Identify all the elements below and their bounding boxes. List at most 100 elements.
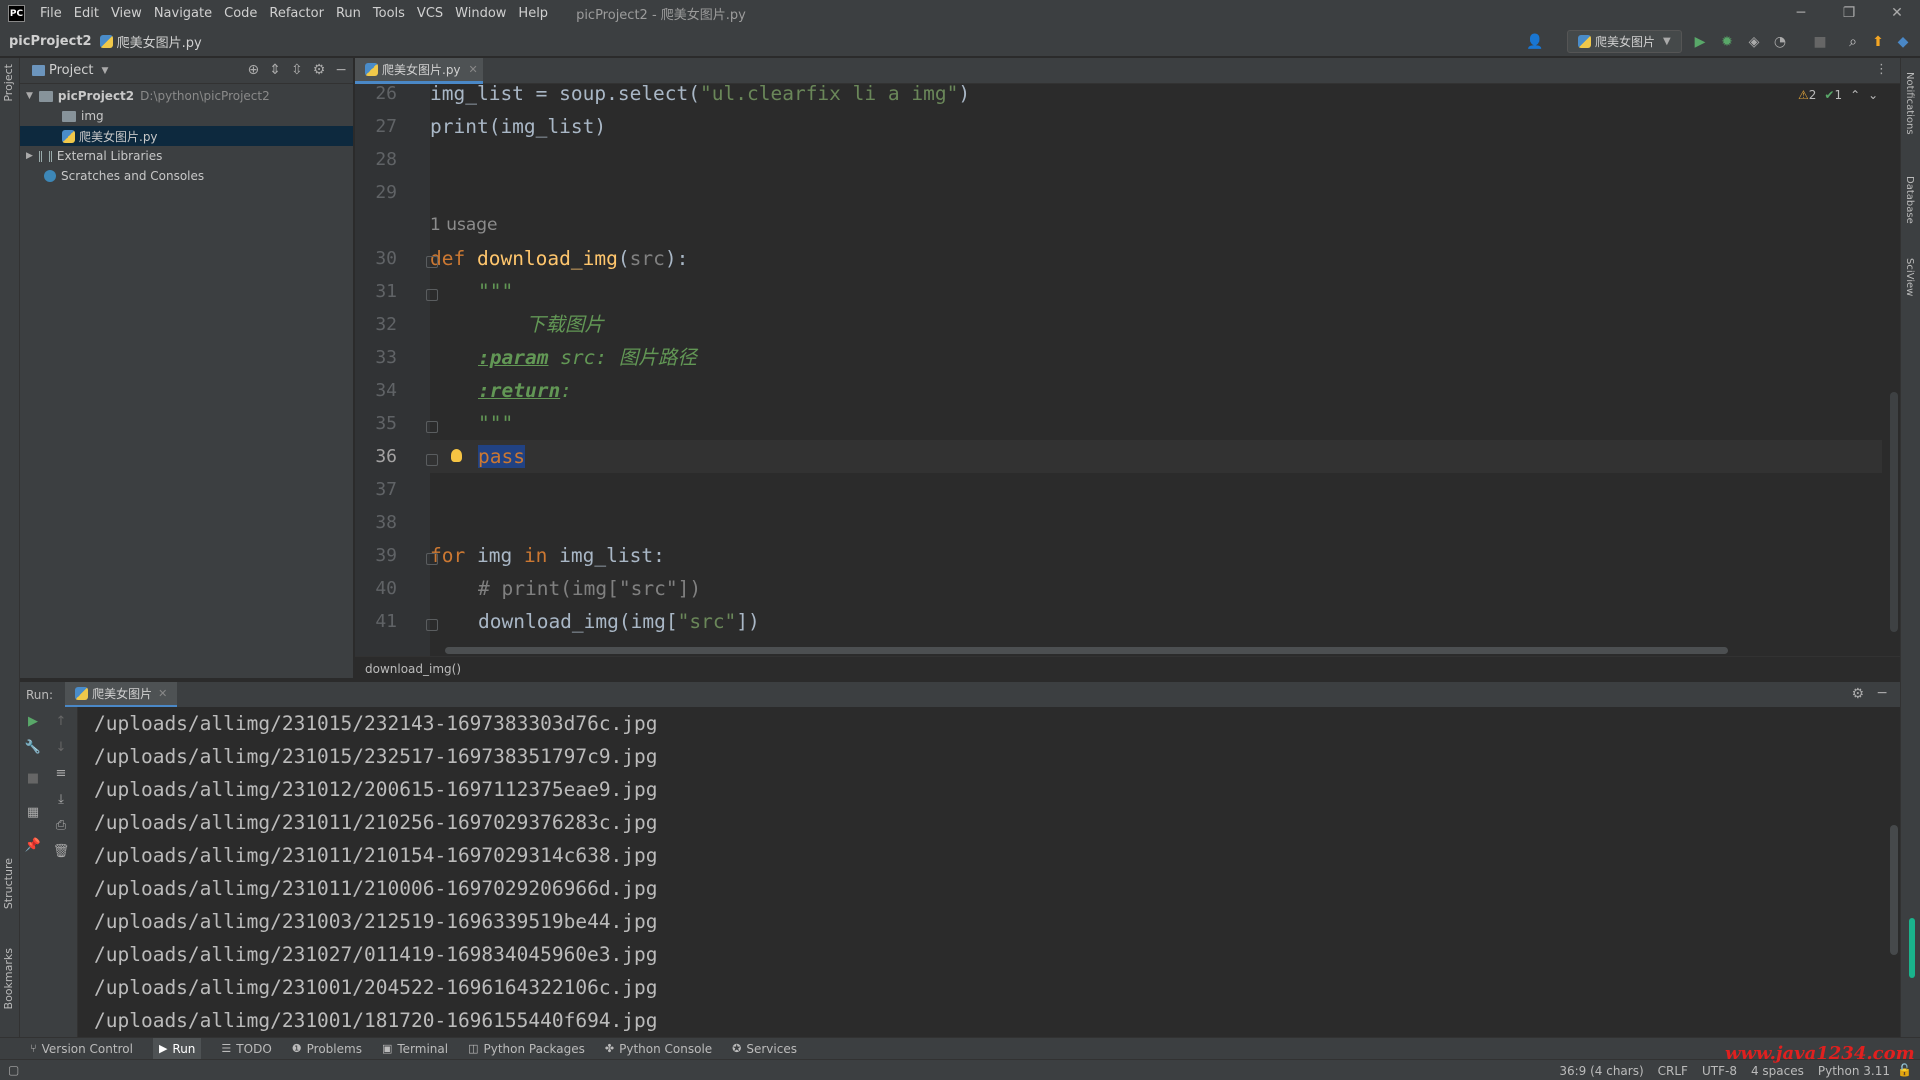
fold-marker-icon[interactable] <box>426 619 438 631</box>
breadcrumb-function[interactable]: download_img() <box>365 662 461 676</box>
tool-version-control[interactable]: ⑂ Version Control <box>30 1042 133 1056</box>
lock-icon[interactable]: 🔓 <box>1897 1063 1912 1077</box>
close-icon[interactable]: ✕ <box>1874 0 1920 27</box>
menu-code[interactable]: Code <box>218 0 263 27</box>
restore-icon[interactable]: ❐ <box>1826 0 1872 27</box>
stripe-project[interactable]: Project <box>2 64 15 102</box>
hide-icon[interactable]: − <box>1876 685 1888 701</box>
line-number: 37 <box>375 479 397 500</box>
trash-icon[interactable]: 🗑 <box>52 843 70 861</box>
run-console-output[interactable]: /uploads/allimg/231015/232143-1697383303… <box>78 707 1900 1037</box>
soft-wrap-icon[interactable]: ≡ <box>52 765 70 783</box>
breadcrumb-project[interactable]: picProject2 <box>9 34 92 49</box>
layout-toggle-icon[interactable]: ▢ <box>8 1063 19 1077</box>
menu-navigate[interactable]: Navigate <box>148 0 218 27</box>
line-number: 26 <box>375 83 397 104</box>
menu-run[interactable]: Run <box>330 0 367 27</box>
close-tab-icon[interactable]: ✕ <box>158 687 167 700</box>
fold-marker-icon[interactable] <box>426 454 438 466</box>
console-scrollbar[interactable] <box>1890 825 1898 955</box>
menu-tools[interactable]: Tools <box>367 0 411 27</box>
layout-icon[interactable]: ▦ <box>24 804 42 822</box>
inspection-widget[interactable]: ⚠2 ✔1 ⌃ ⌄ <box>1798 88 1878 102</box>
indent-setting[interactable]: 4 spaces <box>1751 1064 1804 1078</box>
line-separator[interactable]: CRLF <box>1658 1064 1688 1078</box>
menu-window[interactable]: Window <box>449 0 512 27</box>
stripe-notifications[interactable]: Notifications <box>1904 72 1915 135</box>
editor-horizontal-scrollbar[interactable] <box>445 647 1728 654</box>
memory-indicator[interactable] <box>1909 918 1915 978</box>
tool-todo[interactable]: ☰ TODO <box>221 1042 271 1056</box>
fold-marker-icon[interactable] <box>426 256 438 268</box>
chevron-right-icon[interactable]: ▶ <box>26 151 33 161</box>
usage-hint[interactable]: 1 usage <box>430 209 1882 242</box>
tree-item-scratches[interactable]: Scratches and Consoles <box>20 166 353 186</box>
more-icon[interactable]: ⋮ <box>1875 62 1888 77</box>
minimize-icon[interactable]: ─ <box>1778 0 1824 27</box>
menu-view[interactable]: View <box>105 0 148 27</box>
fold-marker-icon[interactable] <box>426 553 438 565</box>
menu-edit[interactable]: Edit <box>68 0 105 27</box>
debug-icon[interactable]: ✹ <box>1717 32 1737 52</box>
tool-run[interactable]: ▶ Run <box>152 1037 202 1060</box>
profile-icon[interactable]: ◔ <box>1770 32 1790 52</box>
search-icon[interactable]: ⌕ <box>1843 32 1863 52</box>
chevron-down-icon[interactable]: ▼ <box>26 91 33 101</box>
rerun-icon[interactable]: ▶ <box>24 713 42 731</box>
breadcrumb-file[interactable]: 爬美女图片.py <box>99 32 202 51</box>
ide-logo-icon[interactable]: ◆ <box>1893 32 1913 52</box>
menu-help[interactable]: Help <box>512 0 554 27</box>
run-icon[interactable]: ▶ <box>1690 32 1710 52</box>
fold-marker-icon[interactable] <box>426 289 438 301</box>
stripe-database[interactable]: Database <box>1904 176 1915 224</box>
stop-icon[interactable]: ■ <box>1810 32 1830 52</box>
chevron-up-icon[interactable]: ⌃ <box>1850 88 1860 102</box>
tool-services[interactable]: ✪ Services <box>732 1042 797 1056</box>
scroll-down-icon[interactable]: ↓ <box>52 739 70 757</box>
expand-all-icon[interactable]: ⇕ <box>269 62 281 78</box>
tree-item-python-file[interactable]: 爬美女图片.py <box>20 126 353 146</box>
menu-file[interactable]: File <box>34 0 68 27</box>
user-icon[interactable]: 👤 <box>1525 32 1545 52</box>
tree-item-project[interactable]: ▼ picProject2 D:\python\picProject2 <box>20 86 353 106</box>
stripe-structure[interactable]: Structure <box>2 858 15 909</box>
gear-icon[interactable]: ⚙ <box>313 62 326 78</box>
collapse-all-icon[interactable]: ⇳ <box>291 62 303 78</box>
pin-icon[interactable]: 📌 <box>24 837 42 855</box>
chevron-down-icon[interactable]: ⌄ <box>1868 88 1878 102</box>
stripe-bookmarks[interactable]: Bookmarks <box>2 948 15 1009</box>
select-opened-file-icon[interactable]: ⊕ <box>248 62 260 78</box>
tree-item-img-folder[interactable]: img <box>20 106 353 126</box>
watermark: www.java1234.com <box>1725 1043 1915 1064</box>
intention-bulb-icon[interactable] <box>451 449 462 462</box>
run-configuration-select[interactable]: 爬美女图片 ▼ <box>1567 30 1682 53</box>
hide-icon[interactable]: − <box>335 62 347 78</box>
tool-python-console[interactable]: ✤ Python Console <box>605 1042 712 1056</box>
menu-vcs[interactable]: VCS <box>411 0 449 27</box>
print-icon[interactable]: ⎙ <box>52 817 70 835</box>
chevron-down-icon[interactable]: ▼ <box>101 66 108 76</box>
caret-position[interactable]: 36:9 (4 chars) <box>1559 1064 1643 1078</box>
menu-refactor[interactable]: Refactor <box>263 0 330 27</box>
tool-python-packages[interactable]: ◫ Python Packages <box>468 1042 585 1056</box>
editor-vertical-scrollbar[interactable] <box>1890 392 1898 632</box>
file-encoding[interactable]: UTF-8 <box>1702 1064 1737 1078</box>
stripe-sciview[interactable]: SciView <box>1904 258 1915 296</box>
gear-icon[interactable]: ⚙ <box>1851 686 1864 702</box>
scroll-up-icon[interactable]: ↑ <box>52 713 70 731</box>
editor-breadcrumb[interactable]: download_img() <box>355 656 1900 680</box>
coverage-icon[interactable]: ◈ <box>1744 32 1764 52</box>
run-tab[interactable]: 爬美女图片 ✕ <box>65 681 178 708</box>
python-interpreter[interactable]: Python 3.11 <box>1818 1064 1890 1078</box>
tree-item-external-libraries[interactable]: ▶ External Libraries <box>20 146 353 166</box>
project-view-title[interactable]: Project <box>49 63 93 78</box>
updates-icon[interactable]: ⬆ <box>1868 32 1888 52</box>
edit-config-icon[interactable]: 🔧 <box>24 739 42 757</box>
tool-problems[interactable]: ❶ Problems <box>292 1042 362 1056</box>
close-tab-icon[interactable]: ✕ <box>469 63 478 76</box>
tool-terminal[interactable]: ▣ Terminal <box>382 1042 448 1056</box>
stop-icon[interactable]: ■ <box>24 770 42 788</box>
scroll-to-end-icon[interactable]: ⤓ <box>52 791 70 809</box>
fold-marker-icon[interactable] <box>426 421 438 433</box>
code-editor[interactable]: img_list = soup.select("ul.clearfix li a… <box>430 84 1882 656</box>
